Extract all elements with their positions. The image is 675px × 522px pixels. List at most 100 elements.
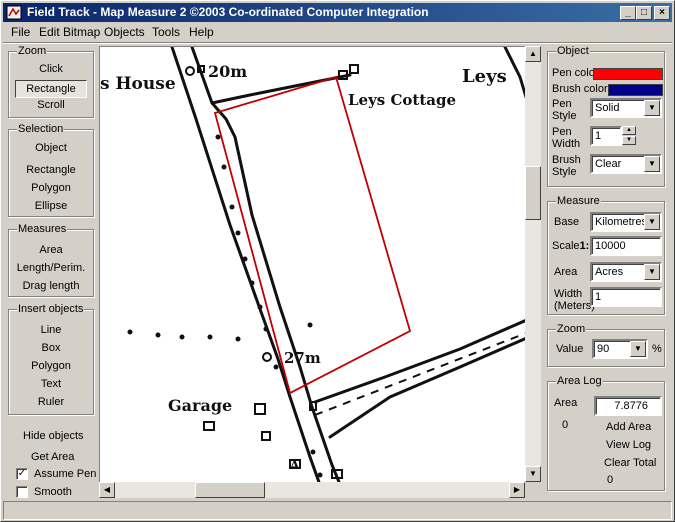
menu-divider: [3, 42, 672, 44]
pen-color-swatch[interactable]: [593, 68, 663, 80]
horizontal-scrollbar[interactable]: ◀ ▶: [99, 482, 525, 498]
zoom-click-button[interactable]: Click: [9, 63, 93, 75]
scroll-up-button[interactable]: ▲: [525, 46, 541, 62]
hedge-dot: [310, 449, 316, 455]
vertical-scrollbar[interactable]: ▲ ▼: [525, 46, 541, 482]
chevron-down-icon[interactable]: ▼: [644, 264, 660, 280]
building: [261, 431, 271, 441]
insert-objects-group: Insert objects Line Box Polygon Text Rul…: [8, 303, 94, 415]
zoom-group-title: Zoom: [17, 45, 48, 57]
brush-color-label: Brush color: [552, 83, 608, 95]
scale-label: Scale1:: [552, 240, 590, 252]
menu-tools[interactable]: Tools: [152, 25, 180, 39]
footpath: [314, 331, 528, 416]
map-label: Garage: [168, 396, 232, 415]
area-unit-select[interactable]: Acres ▼: [590, 262, 662, 282]
menu-edit-bitmap[interactable]: Edit Bitmap: [39, 25, 100, 39]
chevron-down-icon[interactable]: ▼: [630, 341, 646, 357]
scroll-right-button[interactable]: ▶: [509, 482, 525, 498]
select-polygon-button[interactable]: Polygon: [9, 182, 93, 194]
insert-line-button[interactable]: Line: [9, 324, 93, 336]
building: [254, 403, 266, 415]
insert-box-button[interactable]: Box: [9, 342, 93, 354]
hedge-dot: [127, 329, 133, 335]
hedge-dot: [235, 230, 241, 236]
selection-group-title: Selection: [17, 123, 65, 135]
hedge-dot: [317, 472, 323, 478]
smooth-checkbox[interactable]: [16, 486, 28, 498]
menu-objects[interactable]: Objects: [104, 25, 145, 39]
select-ellipse-button[interactable]: Ellipse: [9, 200, 93, 212]
insert-objects-group-title: Insert objects: [17, 303, 85, 315]
assume-pen-label: Assume Pen: [34, 468, 97, 480]
menu-file[interactable]: File: [11, 25, 30, 39]
measure-length-button[interactable]: Length/Perim.: [9, 262, 93, 274]
map-label: s House: [100, 74, 176, 94]
insert-ruler-button[interactable]: Ruler: [9, 396, 93, 408]
base-label: Base: [554, 216, 580, 228]
brush-color-swatch[interactable]: [608, 84, 663, 96]
base-value: Kilometres: [595, 216, 647, 228]
width-field[interactable]: 1: [590, 287, 662, 307]
measure-drag-length-button[interactable]: Drag length: [9, 280, 93, 292]
insert-polygon-button[interactable]: Polygon: [9, 360, 93, 372]
zoom-scroll-button[interactable]: Scroll: [9, 99, 93, 111]
area-log-group: Area Log Area 7.8776 0 Add Area View Log…: [547, 375, 665, 491]
assume-pen-checkbox[interactable]: ✓: [16, 468, 28, 480]
measure-group-title: Measure: [556, 195, 601, 207]
chevron-down-icon[interactable]: ▼: [644, 214, 660, 230]
zoom-rectangle-button[interactable]: Rectangle: [15, 80, 87, 98]
zoom-unit: %: [652, 343, 662, 355]
minimize-button[interactable]: _: [620, 6, 636, 20]
close-button[interactable]: ×: [654, 6, 670, 20]
map-canvas[interactable]: s House 20m Leys Leys Cottage 27m Garage…: [99, 46, 528, 498]
object-group-title: Object: [556, 45, 590, 57]
scale-field[interactable]: 10000: [590, 236, 662, 256]
chevron-down-icon[interactable]: ▼: [644, 100, 660, 116]
base-select[interactable]: Kilometres ▼: [590, 212, 662, 232]
view-log-button[interactable]: View Log: [606, 439, 651, 451]
map-label: A: [289, 458, 300, 472]
pen-width-up[interactable]: ▲: [622, 126, 636, 135]
add-area-button[interactable]: Add Area: [606, 421, 651, 433]
maximize-button[interactable]: □: [636, 6, 652, 20]
clear-total-button[interactable]: Clear Total: [604, 457, 656, 469]
building: [203, 421, 215, 431]
title-bar[interactable]: Field Track - Map Measure 2 ©2003 Co-ord…: [3, 3, 672, 22]
select-object-button[interactable]: Object: [9, 142, 93, 154]
select-rectangle-button[interactable]: Rectangle: [9, 164, 93, 176]
zoom-value-select[interactable]: 90 ▼: [592, 339, 648, 359]
landmark: [262, 352, 272, 362]
pen-width-field[interactable]: 1: [590, 126, 622, 146]
scale-prefix: 1:: [579, 240, 590, 252]
scroll-left-button[interactable]: ◀: [99, 482, 115, 498]
hedge-dot: [273, 364, 279, 370]
menu-help[interactable]: Help: [189, 25, 214, 39]
horizontal-scroll-thumb[interactable]: [195, 482, 265, 498]
app-icon: [6, 5, 22, 20]
pen-style-select[interactable]: Solid ▼: [590, 98, 662, 118]
hedge-dot: [215, 134, 221, 140]
main-window: Field Track - Map Measure 2 ©2003 Co-ord…: [0, 0, 675, 522]
map-label: Leys: [462, 66, 507, 87]
pen-width-down[interactable]: ▼: [622, 136, 636, 145]
hedge-dot: [221, 164, 227, 170]
vertical-scroll-thumb[interactable]: [525, 166, 541, 220]
hedge-dot: [249, 280, 255, 286]
zoom-value-group: Zoom Value 90 ▼ %: [547, 323, 665, 367]
scroll-down-button[interactable]: ▼: [525, 466, 541, 482]
hedge-dot: [235, 336, 241, 342]
chevron-down-icon[interactable]: ▼: [644, 156, 660, 172]
measures-group: Measures Area Length/Perim. Drag length: [8, 223, 94, 297]
get-area-button[interactable]: Get Area: [31, 451, 74, 463]
landmark: [185, 66, 195, 76]
pen-width-label: Pen Width: [552, 126, 581, 150]
map-image[interactable]: s House 20m Leys Leys Cottage 27m Garage…: [100, 47, 528, 498]
measure-area-button[interactable]: Area: [9, 244, 93, 256]
area-log-area-field[interactable]: 7.8776: [594, 396, 662, 416]
brush-style-select[interactable]: Clear ▼: [590, 154, 662, 174]
insert-text-button[interactable]: Text: [9, 378, 93, 390]
brush-style-label: Brush Style: [552, 154, 581, 178]
area-log-count: 0: [562, 419, 569, 431]
hide-objects-button[interactable]: Hide objects: [23, 430, 84, 442]
